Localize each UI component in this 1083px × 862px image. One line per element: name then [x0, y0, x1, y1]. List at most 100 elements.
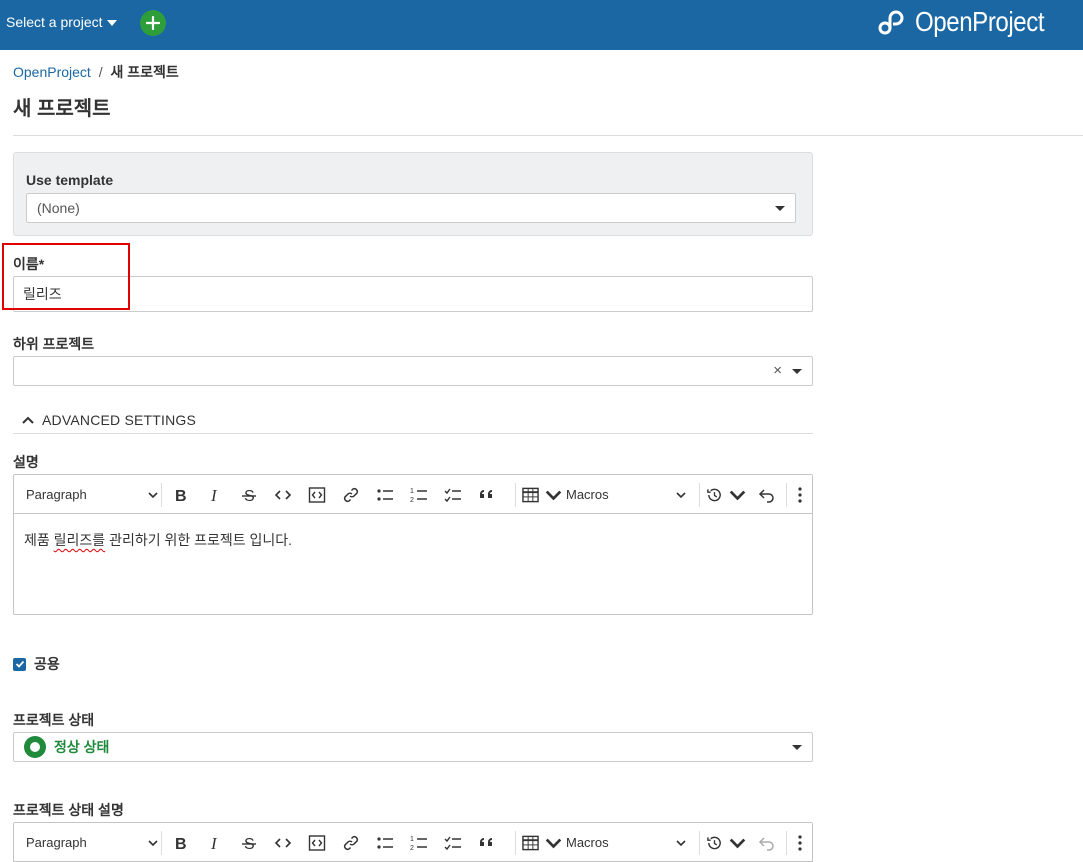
link-button[interactable] — [339, 475, 363, 514]
macros-dropdown[interactable]: Macros — [566, 475, 688, 514]
description-label: 설명 — [13, 454, 39, 470]
svg-text:2: 2 — [410, 497, 414, 504]
code-icon — [274, 489, 292, 500]
table-icon — [522, 835, 539, 850]
strikethrough-button[interactable]: S — [237, 823, 261, 862]
advanced-settings-toggle[interactable]: ADVANCED SETTINGS — [22, 412, 196, 428]
svg-text:I: I — [210, 834, 218, 852]
chevron-up-icon — [22, 416, 34, 424]
breadcrumb-root-link[interactable]: OpenProject — [13, 64, 91, 80]
svg-text:I: I — [210, 486, 218, 504]
numbered-list-button[interactable]: 12 — [407, 475, 431, 514]
top-header: Select a project OpenProject — [0, 0, 1083, 50]
todo-list-button[interactable] — [441, 475, 465, 514]
todo-list-button[interactable] — [441, 823, 465, 862]
more-button[interactable] — [790, 823, 810, 862]
macros-dropdown[interactable]: Macros — [566, 823, 688, 862]
code-block-icon — [308, 486, 326, 503]
parent-project-select[interactable]: × — [13, 356, 813, 386]
blockquote-button[interactable] — [475, 475, 499, 514]
description-text-suffix: 관리하기 위한 프로젝트 입니다. — [105, 532, 293, 548]
code-button[interactable] — [271, 475, 295, 514]
svg-text:1: 1 — [410, 836, 414, 843]
code-block-icon — [308, 834, 326, 851]
italic-button[interactable]: I — [203, 823, 227, 862]
chevron-down-icon — [676, 491, 686, 498]
bulleted-list-button[interactable] — [373, 823, 397, 862]
chevron-down-icon — [545, 490, 562, 500]
toolbar-separator — [699, 831, 700, 855]
bulleted-list-icon — [377, 488, 393, 501]
description-content[interactable]: 제품 릴리즈를 관리하기 위한 프로젝트 입니다. — [14, 514, 812, 566]
toolbar-separator — [786, 831, 787, 855]
link-icon — [343, 487, 359, 502]
public-checkbox-row: 공용 — [13, 654, 60, 674]
svg-text:1: 1 — [410, 488, 414, 495]
strikethrough-icon: S — [242, 836, 256, 852]
code-icon — [274, 837, 292, 848]
history-button[interactable] — [706, 823, 746, 862]
code-button[interactable] — [271, 823, 295, 862]
editor-toolbar: Paragraph B I S 12 Macros — [14, 823, 812, 862]
code-block-button[interactable] — [305, 475, 329, 514]
more-icon — [798, 486, 802, 503]
template-select-value: (None) — [37, 200, 80, 216]
numbered-list-button[interactable]: 12 — [407, 823, 431, 862]
status-indicator-icon — [24, 736, 46, 758]
blockquote-button[interactable] — [475, 823, 499, 862]
toolbar-separator — [161, 831, 162, 855]
paragraph-dropdown[interactable]: Paragraph — [26, 475, 158, 514]
toolbar-separator — [699, 483, 700, 507]
macros-label: Macros — [566, 487, 609, 502]
add-button[interactable] — [140, 10, 166, 36]
undo-icon — [758, 836, 774, 851]
link-button[interactable] — [339, 823, 363, 862]
clear-icon[interactable]: × — [773, 362, 782, 379]
public-checkbox[interactable] — [13, 657, 26, 671]
bulleted-list-button[interactable] — [373, 475, 397, 514]
chevron-down-icon — [148, 839, 158, 846]
svg-text:2: 2 — [410, 845, 414, 852]
strikethrough-button[interactable]: S — [237, 475, 261, 514]
undo-button[interactable] — [755, 823, 779, 862]
paragraph-dropdown[interactable]: Paragraph — [26, 823, 158, 862]
code-block-button[interactable] — [305, 823, 329, 862]
bold-button[interactable]: B — [169, 823, 193, 862]
openproject-logo[interactable]: OpenProject — [877, 6, 1065, 38]
description-text-prefix: 제품 — [24, 532, 54, 548]
openproject-logo-icon — [878, 10, 904, 35]
checkmark-icon — [15, 660, 24, 668]
divider — [13, 433, 813, 434]
undo-button[interactable] — [755, 475, 779, 514]
paragraph-label: Paragraph — [26, 487, 87, 502]
more-button[interactable] — [790, 475, 810, 514]
table-button[interactable] — [522, 823, 562, 862]
bold-button[interactable]: B — [169, 475, 193, 514]
chevron-down-icon — [729, 490, 746, 500]
blockquote-icon — [480, 837, 492, 846]
history-button[interactable] — [706, 475, 746, 514]
undo-icon — [758, 488, 774, 503]
project-status-select[interactable]: 정상 상태 — [13, 732, 813, 762]
description-text-misspelled: 릴리즈를 — [53, 532, 106, 548]
divider — [13, 135, 1083, 136]
name-input[interactable]: 릴리즈 — [13, 276, 813, 312]
name-label: 이름* — [13, 256, 45, 272]
toolbar-separator — [515, 831, 516, 855]
status-value: 정상 상태 — [54, 739, 110, 755]
project-status-label: 프로젝트 상태 — [13, 712, 95, 728]
table-button[interactable] — [522, 475, 562, 514]
italic-button[interactable]: I — [203, 475, 227, 514]
parent-project-label: 하위 프로젝트 — [13, 336, 95, 352]
template-select[interactable]: (None) — [26, 193, 796, 223]
toolbar-separator — [161, 483, 162, 507]
editor-toolbar: Paragraph B I S 12 Macros — [14, 475, 812, 514]
description-editor: Paragraph B I S 12 Macros 제품 릴리즈를 관리하기 위… — [13, 474, 813, 615]
status-description-editor: Paragraph B I S 12 Macros — [13, 822, 813, 862]
todo-list-icon — [444, 836, 461, 850]
status-description-label: 프로젝트 상태 설명 — [13, 802, 124, 818]
project-select-dropdown[interactable]: Select a project — [6, 14, 117, 30]
project-select-label: Select a project — [6, 14, 103, 30]
dropdown-arrow-icon — [792, 745, 802, 750]
chevron-down-icon — [729, 838, 746, 848]
